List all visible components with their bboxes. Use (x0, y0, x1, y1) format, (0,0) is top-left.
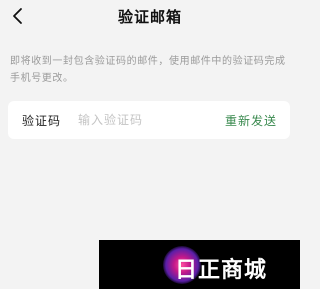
nav-bar: 验证邮箱 (0, 0, 300, 40)
verification-code-input[interactable] (78, 108, 218, 132)
resend-button[interactable]: 重新发送 (225, 112, 277, 129)
instruction-text: 即将收到一封包含验证码的邮件，使用邮件中的验证码完成手机号更改。 (10, 56, 286, 84)
watermark-logo: 日正商城 (99, 240, 300, 289)
verification-code-row: 验证码 重新发送 (8, 101, 290, 139)
verification-code-label: 验证码 (22, 114, 62, 128)
verify-email-screen: 验证邮箱 即将收到一封包含验证码的邮件，使用邮件中的验证码完成手机号更改。 验证… (0, 0, 300, 289)
watermark-text: 日正商城 (175, 258, 268, 283)
page-title: 验证邮箱 (117, 8, 182, 26)
